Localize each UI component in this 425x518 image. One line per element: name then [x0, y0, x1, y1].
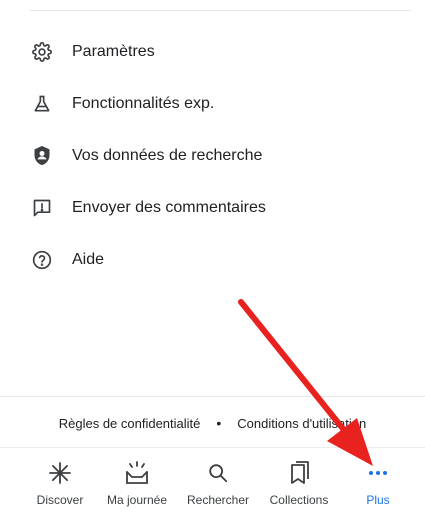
menu-item-feedback[interactable]: Envoyer des commentaires — [0, 182, 425, 234]
asterisk-icon — [47, 460, 73, 486]
nav-tab-more[interactable]: Plus — [356, 448, 400, 518]
shield-user-icon — [31, 145, 53, 167]
nav-tab-discover[interactable]: Discover — [30, 448, 90, 518]
menu-item-settings[interactable]: Paramètres — [0, 26, 425, 78]
nav-tab-label: Ma journée — [106, 493, 168, 507]
nav-tab-label: Plus — [366, 493, 390, 507]
menu-item-label: Fonctionnalités exp. — [72, 95, 215, 112]
nav-tab-search[interactable]: Rechercher — [181, 448, 255, 518]
search-icon — [205, 460, 231, 486]
menu-item-help[interactable]: Aide — [0, 234, 425, 286]
menu-item-experimental[interactable]: Fonctionnalités exp. — [0, 78, 425, 130]
menu-item-label: Envoyer des commentaires — [72, 199, 266, 216]
inbox-sun-icon — [124, 460, 150, 486]
gear-icon — [31, 41, 53, 63]
nav-tab-label: Rechercher — [186, 493, 250, 507]
nav-tab-collections[interactable]: Collections — [262, 448, 336, 518]
nav-tab-label: Discover — [36, 493, 84, 507]
menu-item-label: Vos données de recherche — [72, 147, 263, 164]
help-icon — [31, 249, 53, 271]
nav-tab-my-day[interactable]: Ma journée — [100, 448, 174, 518]
feedback-icon — [31, 197, 53, 219]
flask-icon — [31, 93, 53, 115]
menu-item-search-data[interactable]: Vos données de recherche — [0, 130, 425, 182]
footer-divider — [0, 396, 425, 397]
nav-tab-label: Collections — [269, 493, 329, 507]
privacy-policy-link[interactable]: Règles de confidentialité — [59, 416, 201, 431]
top-divider — [30, 10, 411, 11]
menu-item-label: Aide — [72, 251, 105, 268]
menu-item-label: Paramètres — [72, 43, 155, 60]
terms-link[interactable]: Conditions d'utilisation — [237, 416, 366, 431]
bottom-navigation: Discover Ma journée Rechercher Collectio… — [0, 448, 425, 518]
more-dots-icon — [365, 460, 391, 486]
footer-separator: • — [216, 415, 222, 431]
bookmark-icon — [286, 460, 312, 486]
footer-links: Règles de confidentialité • Conditions d… — [0, 411, 425, 435]
